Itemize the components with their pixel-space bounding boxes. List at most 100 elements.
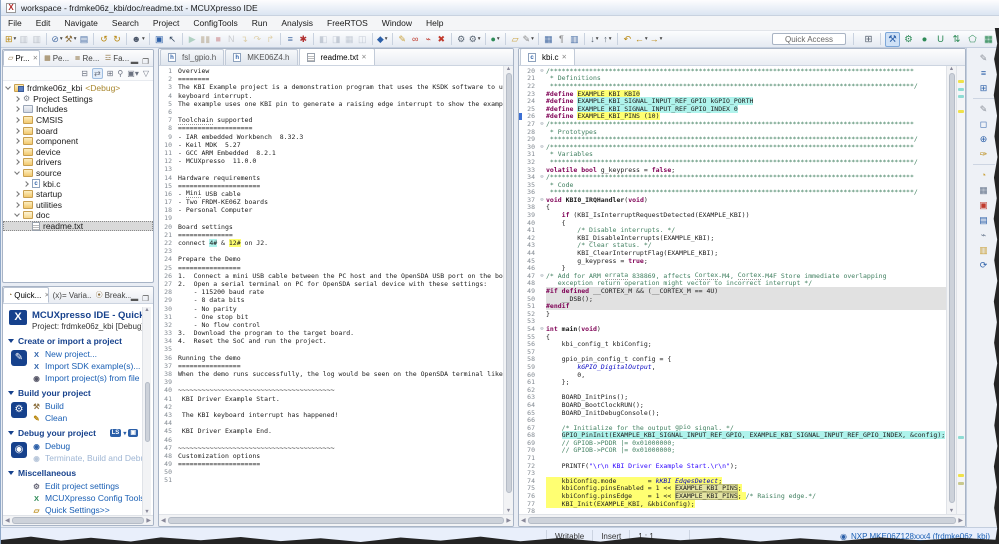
ruler-annotation-mark[interactable]: [958, 482, 964, 485]
perspective-pins-icon[interactable]: ⇅: [949, 32, 964, 47]
menu-project[interactable]: Project: [146, 18, 186, 28]
instruction-stepping-icon[interactable]: ≡: [284, 32, 297, 47]
tree-item-component[interactable]: component: [3, 136, 153, 147]
menu-edit[interactable]: Edit: [29, 18, 58, 28]
minimized-terminal-view-icon[interactable]: ⌁: [976, 228, 992, 242]
resume-icon[interactable]: ▶: [186, 32, 199, 47]
kbi-editor-area[interactable]: 20 ⊖/************************************…: [519, 66, 946, 514]
trace-start-icon[interactable]: ◧: [317, 32, 330, 47]
collapsed-chevron-icon[interactable]: [14, 138, 20, 145]
menu-file[interactable]: File: [1, 18, 29, 28]
open-perspective-icon[interactable]: ⊞: [861, 32, 876, 47]
fold-minus-icon[interactable]: ⊖: [538, 326, 546, 332]
expand-all-icon[interactable]: ⊞: [107, 69, 114, 78]
fold-minus-icon[interactable]: ⊖: [538, 174, 546, 180]
clean-up-icon[interactable]: ✎: [396, 32, 409, 47]
trace-save-icon[interactable]: ▦: [343, 32, 356, 47]
installed-sdks-icon[interactable]: ◆ ▾: [376, 32, 389, 47]
kbi-horizontal-scrollbar[interactable]: ◀ ▶: [519, 514, 965, 526]
perspective-registers-icon[interactable]: ▦: [981, 32, 996, 47]
minimized-refresh-view-icon[interactable]: ⟳: [976, 258, 992, 272]
tree-item-readme-txt[interactable]: readme.txt: [3, 220, 153, 232]
mark-occurrences-icon[interactable]: ▦: [542, 32, 555, 47]
explorer-tab-pe[interactable]: ▦ Pe...: [40, 50, 71, 66]
ruler-annotation-mark[interactable]: [958, 474, 964, 477]
minimized-search-view-icon[interactable]: ⊕: [976, 132, 992, 146]
disconnect-icon[interactable]: N: [225, 32, 238, 47]
profile-tool-icon[interactable]: ✱: [297, 32, 310, 47]
save-icon[interactable]: ▥: [17, 32, 30, 47]
editor-tab-kbi-c[interactable]: c kbi.c ✕: [520, 49, 575, 65]
action-import-project-s-from-file-system-[interactable]: ◉Import project(s) from file system...: [32, 373, 142, 383]
collapsed-chevron-icon[interactable]: [14, 159, 20, 166]
tree-item-includes[interactable]: Includes: [3, 104, 153, 115]
trace-stop-icon[interactable]: ◨: [330, 32, 343, 47]
section-build-your-project[interactable]: Build your project: [8, 388, 142, 398]
action-edit-project-settings[interactable]: ⚙ Edit project settings: [32, 481, 142, 491]
linkserver-badge[interactable]: LS: [109, 429, 122, 437]
explorer-tab-fa[interactable]: ☲ Fa...: [101, 50, 131, 66]
section-miscellaneous[interactable]: Miscellaneous: [8, 468, 142, 478]
collapsed-chevron-icon[interactable]: [14, 149, 20, 155]
minimized-add-block-icon[interactable]: ⊞: [976, 81, 992, 95]
action-import-sdk-example-s-[interactable]: X Import SDK example(s)...: [32, 361, 142, 371]
block-selection-icon[interactable]: ▥: [568, 32, 581, 47]
ruler-annotation-mark[interactable]: [958, 110, 964, 113]
badge-dropdown-icon[interactable]: ▾: [123, 430, 126, 437]
close-tab-icon[interactable]: ✕: [33, 54, 38, 62]
perspective-security-icon[interactable]: ⬠: [965, 32, 980, 47]
save-all-icon[interactable]: ▥: [30, 32, 43, 47]
step-over-icon[interactable]: ↷: [251, 32, 264, 47]
menu-search[interactable]: Search: [105, 18, 146, 28]
show-whitespace-icon[interactable]: ¶: [555, 32, 568, 47]
close-tab-icon[interactable]: ✕: [361, 53, 366, 61]
editor-tab-fsl-gpio-h[interactable]: h fsl_gpio.h: [160, 49, 225, 65]
minimized-edit-view-icon[interactable]: ✎: [976, 102, 992, 116]
ruler-annotation-mark[interactable]: [958, 88, 964, 91]
erase-flash-icon[interactable]: ✖: [435, 32, 448, 47]
back-history-icon[interactable]: ← ▾: [634, 32, 649, 47]
menu-navigate[interactable]: Navigate: [57, 18, 105, 28]
quickstart-minimize-icon[interactable]: ▬: [131, 294, 139, 303]
tree-item-board[interactable]: board: [3, 125, 153, 136]
editor-tab-readme-txt[interactable]: readme.txt ✕: [298, 49, 375, 65]
collapsed-chevron-icon[interactable]: [14, 96, 20, 102]
minimized-console-view-icon[interactable]: ▤: [976, 213, 992, 227]
readme-horizontal-scrollbar[interactable]: ◀ ▶: [159, 514, 513, 526]
menu-freertos[interactable]: FreeRTOS: [320, 18, 375, 28]
energy-measure-icon[interactable]: ◫: [356, 32, 369, 47]
fold-minus-icon[interactable]: ⊖: [538, 121, 546, 127]
explorer-tab-re[interactable]: ≣ Re...: [71, 50, 101, 66]
skip-all-breakpoints-icon[interactable]: ⊘ ▾: [50, 32, 63, 47]
collapsed-chevron-icon[interactable]: [14, 127, 20, 134]
minimized-memory-view-icon[interactable]: ◻: [976, 117, 992, 131]
tree-item-startup[interactable]: startup: [3, 189, 153, 200]
annotations-icon[interactable]: ✎ ▾: [522, 32, 535, 47]
fold-minus-icon[interactable]: ⊖: [538, 144, 546, 150]
action-debug[interactable]: ◉ Debug: [32, 441, 142, 451]
collapse-all-icon[interactable]: ⊟: [81, 69, 88, 78]
previous-annotation-icon[interactable]: ↑ ▾: [601, 32, 614, 47]
step-return-icon[interactable]: ↱: [264, 32, 277, 47]
terminate-icon[interactable]: ■: [212, 32, 225, 47]
link-probe-icon[interactable]: ∞: [409, 32, 422, 47]
expanded-chevron-icon[interactable]: [14, 169, 20, 175]
kbi-vertical-scrollbar[interactable]: ▲ ▼: [946, 66, 956, 514]
ruler-annotation-mark[interactable]: [958, 436, 964, 439]
suspend-icon[interactable]: ▮▮: [199, 32, 212, 47]
fold-minus-icon[interactable]: ⊖: [538, 273, 546, 279]
quickstart-tab-quick[interactable]: ◔Quick...✕: [3, 287, 49, 303]
forward-history-icon[interactable]: → ▾: [649, 32, 664, 47]
quickstart-tab-xvaria[interactable]: (x)= Varia...: [49, 287, 92, 303]
menu-help[interactable]: Help: [419, 18, 450, 28]
tree-item-cmsis[interactable]: CMSIS: [3, 115, 153, 126]
fold-minus-icon[interactable]: ⊖: [538, 68, 546, 74]
minimized-image-view-icon[interactable]: ▣: [976, 198, 992, 212]
tree-item-project-settings[interactable]: ⚙ Project Settings: [3, 94, 153, 105]
readme-vertical-scrollbar[interactable]: ▲ ▼: [503, 66, 513, 514]
explorer-maximize-icon[interactable]: ❐: [142, 57, 149, 66]
section-create-or-import-a-project[interactable]: Create or import a project: [8, 336, 142, 346]
expanded-chevron-icon[interactable]: [14, 211, 20, 218]
link-with-editor-icon[interactable]: ⇄: [92, 68, 103, 79]
select-tool-icon[interactable]: ↖: [166, 32, 179, 47]
